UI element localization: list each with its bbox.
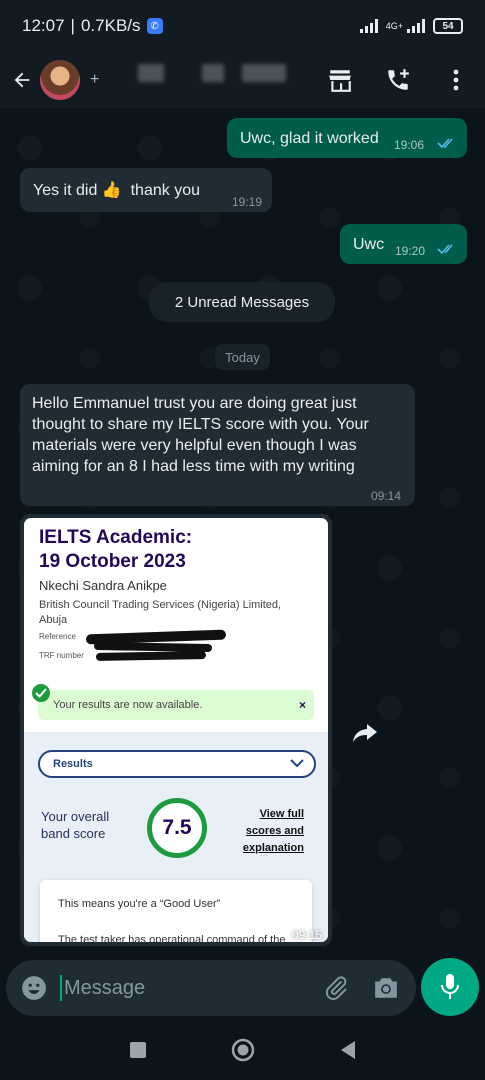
camera-icon[interactable]	[372, 974, 400, 1002]
message-text: Uwc	[353, 236, 385, 253]
signal-icon-2	[407, 19, 425, 33]
blurred-header-name	[138, 64, 164, 82]
chevron-down-icon	[290, 759, 304, 768]
meaning-line1: This means you're a “Good User”	[58, 898, 221, 910]
trf-label: TRF number	[39, 651, 84, 660]
unread-messages-divider: 2 Unread Messages	[149, 282, 335, 322]
recents-icon[interactable]	[129, 1041, 147, 1064]
message-time: 19:19	[232, 195, 263, 209]
date-divider: Today	[215, 344, 270, 370]
status-time: 12:07	[22, 16, 65, 35]
header-actions	[325, 52, 471, 108]
signal-icon	[359, 19, 378, 33]
date-label: Today	[225, 349, 260, 365]
results-dropdown: Results	[38, 750, 316, 778]
home-icon[interactable]	[231, 1038, 255, 1067]
message-bubble-outgoing[interactable]: Uwc, glad it worked 19:06	[227, 118, 467, 158]
results-dropdown-label: Results	[53, 758, 93, 770]
meaning-line2: The test taker has operational command o…	[58, 934, 286, 942]
message-time: 19:06	[394, 138, 425, 152]
more-vertical-icon[interactable]	[441, 65, 471, 95]
add-call-icon[interactable]	[383, 65, 413, 95]
status-bar: 12:07 | 0.7KB/s ✆ 4G+ 54	[0, 0, 485, 52]
alert-close-icon: ×	[298, 698, 306, 712]
check-circle-icon	[32, 684, 50, 702]
blurred-header-name	[242, 64, 286, 82]
message-time: 19:20	[395, 244, 426, 258]
attach-icon[interactable]	[322, 974, 350, 1002]
meaning-card	[40, 880, 312, 942]
message-text: Uwc, glad it worked	[240, 130, 379, 147]
chat-area[interactable]: Uwc, glad it worked 19:06 Yes it did 👍 t…	[0, 108, 485, 960]
message-text: Yes it did 👍 thank you	[33, 182, 200, 199]
ielts-result-image: IELTS Academic: 19 October 2023 Nkechi S…	[24, 518, 328, 942]
redaction-scribble	[95, 651, 207, 661]
reference-label: Reference	[39, 632, 76, 641]
forward-icon[interactable]	[348, 716, 382, 750]
status-left: 12:07 | 0.7KB/s ✆	[22, 16, 163, 36]
message-composer	[6, 960, 416, 1016]
blurred-header-name	[202, 64, 224, 82]
message-bubble-incoming[interactable]: Hello Emmanuel trust you are doing great…	[20, 384, 415, 506]
back-arrow-icon[interactable]	[8, 66, 36, 94]
image-message-time: 09:15	[291, 928, 322, 942]
read-ticks-icon	[437, 244, 453, 255]
ielts-title: IELTS Academic: 19 October 2023	[39, 526, 192, 574]
message-bubble-outgoing[interactable]: Uwc 19:20	[340, 224, 467, 264]
read-ticks-icon	[437, 138, 453, 149]
status-speed: 0.7KB/s	[80, 16, 141, 35]
phone-app-icon: ✆	[146, 18, 163, 34]
emoji-icon[interactable]	[20, 974, 48, 1002]
system-nav-bar	[0, 1024, 485, 1080]
band-score-ring: 7.5	[147, 798, 207, 858]
store-icon[interactable]	[325, 65, 355, 95]
status-separator: |	[70, 16, 75, 35]
message-text: Hello Emmanuel trust you are doing great…	[32, 395, 369, 475]
view-full-scores-link: View full scores and explanation	[242, 808, 304, 854]
results-available-alert: Your results are now available.	[38, 690, 314, 720]
avatar[interactable]	[40, 60, 80, 100]
ielts-title-line2: 19 October 2023	[39, 551, 186, 572]
battery-icon: 54	[433, 18, 463, 34]
battery-level: 54	[442, 20, 454, 32]
message-bubble-incoming[interactable]: Yes it did 👍 thank you 19:19	[20, 168, 272, 212]
back-nav-icon[interactable]	[339, 1040, 357, 1065]
ielts-title-line1: IELTS Academic:	[39, 527, 193, 548]
text-cursor	[60, 975, 62, 1001]
image-message[interactable]: IELTS Academic: 19 October 2023 Nkechi S…	[20, 514, 332, 946]
test-organization: British Council Trading Services (Nigeri…	[39, 599, 282, 626]
participants-suffix: +	[90, 71, 100, 88]
candidate-name: Nkechi Sandra Anikpe	[39, 578, 167, 593]
unread-label: 2 Unread Messages	[174, 293, 310, 311]
band-score: 7.5	[162, 816, 192, 839]
status-right: 4G+ 54	[359, 18, 463, 34]
alert-text: Your results are now available.	[53, 699, 203, 711]
network-type-label: 4G+	[385, 20, 403, 31]
message-input[interactable]	[64, 976, 294, 1000]
overall-band-label: Your overall band score	[41, 809, 110, 841]
microphone-button[interactable]	[421, 958, 479, 1016]
message-time: 09:14	[371, 489, 402, 503]
microphone-icon	[441, 974, 459, 999]
